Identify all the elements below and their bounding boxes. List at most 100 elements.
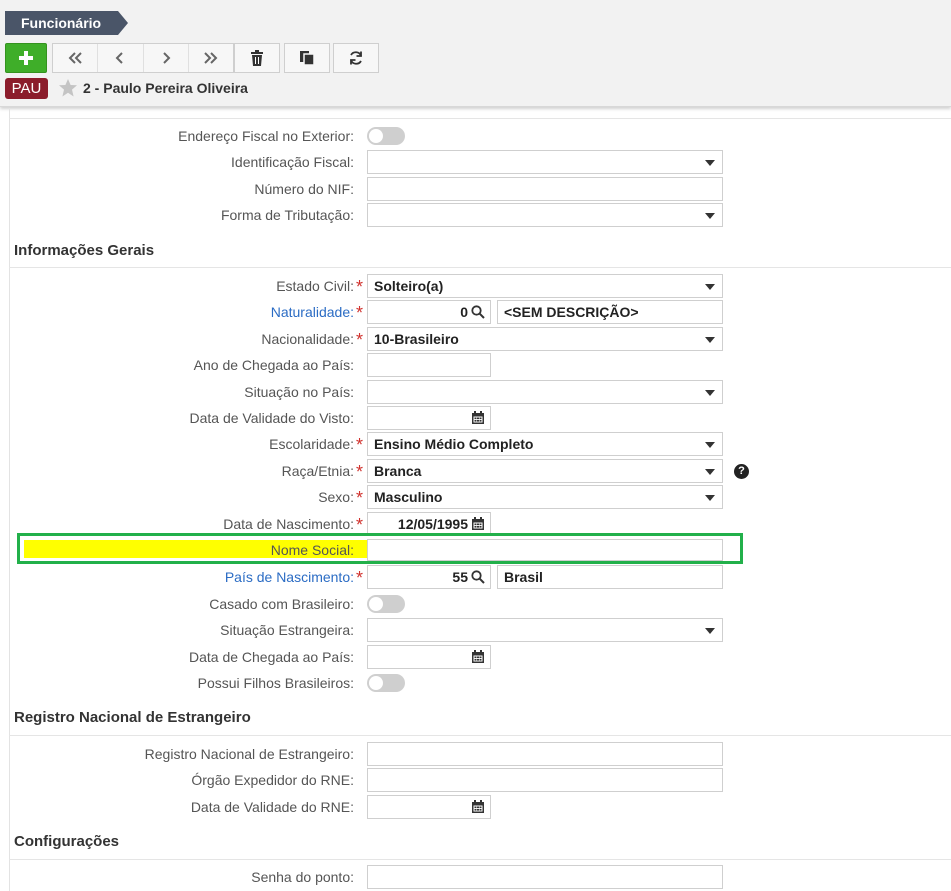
chevron-down-icon (705, 213, 715, 219)
casado-brasileiro-toggle[interactable] (367, 595, 405, 613)
previous-record-button[interactable] (98, 44, 144, 72)
situacao-estrangeira-label: Situação Estrangeira: (220, 622, 354, 638)
chevron-down-icon (705, 390, 715, 396)
rne-orgao-input[interactable] (367, 768, 723, 792)
search-icon[interactable] (471, 570, 485, 584)
last-record-button[interactable] (189, 44, 233, 72)
row-ano-chegada: Ano de Chegada ao País: (0, 353, 951, 377)
nacionalidade-select[interactable]: 10-Brasileiro (367, 327, 723, 351)
casado-brasileiro-label: Casado com Brasileiro: (209, 596, 354, 612)
delete-button[interactable] (234, 43, 280, 73)
data-chegada-date[interactable] (367, 645, 491, 669)
row-endereco-exterior: Endereço Fiscal no Exterior: (0, 124, 951, 148)
ano-chegada-input[interactable] (367, 353, 491, 377)
row-rne-validade: Data de Validade do RNE: (0, 795, 951, 819)
naturalidade-desc: <SEM DESCRIÇÃO> (504, 304, 639, 320)
row-nome-social: Nome Social: (0, 538, 951, 562)
calendar-icon[interactable] (471, 411, 485, 425)
required-marker: * (356, 462, 364, 482)
rne-validade-date[interactable] (367, 795, 491, 819)
nacionalidade-value: 10-Brasileiro (374, 331, 459, 347)
forma-tributacao-label: Forma de Tributação: (220, 207, 354, 223)
endereco-exterior-toggle[interactable] (367, 127, 405, 145)
pais-nascimento-code-input[interactable]: 55 (367, 565, 491, 589)
chevron-down-icon (705, 495, 715, 501)
senha-ponto-label: Senha do ponto: (251, 869, 354, 885)
naturalidade-description: <SEM DESCRIÇÃO> (497, 300, 723, 324)
ano-chegada-label: Ano de Chegada ao País: (193, 357, 354, 373)
copy-icon (300, 51, 315, 66)
breadcrumb[interactable]: Funcionário (5, 11, 128, 35)
divider (9, 267, 951, 268)
refresh-icon (350, 51, 362, 65)
situacao-pais-select[interactable] (367, 380, 723, 404)
refresh-button[interactable] (333, 43, 379, 73)
star-icon[interactable] (58, 78, 78, 98)
record-title: 2 - Paulo Pereira Oliveira (83, 80, 248, 96)
estado-civil-value: Solteiro(a) (374, 278, 444, 294)
filhos-brasileiros-toggle[interactable] (367, 674, 405, 692)
row-naturalidade: Naturalidade: * 0 <SEM DESCRIÇÃO> (0, 300, 951, 324)
chevron-down-icon (705, 284, 715, 290)
chevron-down-icon (705, 469, 715, 475)
raca-select[interactable]: Branca (367, 459, 723, 483)
naturalidade-link[interactable]: Naturalidade: (271, 300, 354, 324)
chevron-down-icon (705, 628, 715, 634)
data-chegada-label: Data de Chegada ao País: (188, 649, 354, 665)
help-icon[interactable]: ? (734, 464, 749, 479)
first-record-button[interactable] (53, 44, 99, 72)
sexo-select[interactable]: Masculino (367, 485, 723, 509)
rne-orgao-label: Órgão Expedidor do RNE: (191, 772, 354, 788)
double-chevron-left-icon (68, 52, 82, 64)
row-validade-visto: Data de Validade do Visto: (0, 406, 951, 430)
status-badge: PAU (5, 78, 48, 99)
chevron-right-icon (162, 52, 171, 64)
identificacao-fiscal-label: Identificação Fiscal: (231, 154, 354, 170)
row-data-chegada: Data de Chegada ao País: (0, 645, 951, 669)
divider (9, 859, 951, 860)
divider (9, 735, 951, 736)
situacao-estrangeira-select[interactable] (367, 618, 723, 642)
calendar-icon[interactable] (471, 800, 485, 814)
pais-nascimento-link[interactable]: País de Nascimento: (225, 565, 354, 589)
sexo-label: Sexo: (318, 489, 354, 505)
row-filhos-brasileiros: Possui Filhos Brasileiros: (0, 671, 951, 695)
row-sexo: Sexo: * Masculino (0, 485, 951, 509)
add-button[interactable] (5, 43, 47, 73)
nome-social-label: Nome Social: (270, 542, 354, 558)
naturalidade-code-input[interactable]: 0 (367, 300, 491, 324)
validade-visto-date[interactable] (367, 406, 491, 430)
escolaridade-label: Escolaridade: (269, 436, 354, 452)
next-record-button[interactable] (144, 44, 189, 72)
required-marker: * (356, 277, 364, 297)
copy-button[interactable] (284, 43, 330, 73)
escolaridade-select[interactable]: Ensino Médio Completo (367, 432, 723, 456)
rne-registro-input[interactable] (367, 742, 723, 766)
required-marker: * (356, 568, 364, 588)
calendar-icon[interactable] (471, 650, 485, 664)
required-marker: * (356, 488, 364, 508)
pais-nascimento-desc: Brasil (504, 569, 543, 585)
senha-ponto-input[interactable] (367, 865, 723, 889)
nacionalidade-label: Nacionalidade: (261, 331, 354, 347)
forma-tributacao-select[interactable] (367, 203, 723, 227)
identificacao-fiscal-select[interactable] (367, 150, 723, 174)
calendar-icon[interactable] (471, 517, 485, 531)
chevron-left-icon (115, 52, 124, 64)
validade-visto-label: Data de Validade do Visto: (189, 410, 355, 426)
estado-civil-select[interactable]: Solteiro(a) (367, 274, 723, 298)
section-title-config: Configurações (14, 833, 120, 850)
chevron-down-icon (705, 160, 715, 166)
double-chevron-right-icon (204, 52, 218, 64)
nome-social-input[interactable] (367, 539, 723, 561)
situacao-pais-label: Situação no País: (244, 384, 354, 400)
pais-nascimento-description: Brasil (497, 565, 723, 589)
row-raca: Raça/Etnia: * Branca ? (0, 459, 951, 483)
numero-nif-input[interactable] (367, 177, 723, 201)
row-rne-orgao: Órgão Expedidor do RNE: (0, 768, 951, 792)
naturalidade-code: 0 (460, 304, 468, 320)
search-icon[interactable] (471, 305, 485, 319)
row-estado-civil: Estado Civil: * Solteiro(a) (0, 274, 951, 298)
chevron-down-icon (705, 442, 715, 448)
record-navigation (52, 43, 234, 73)
